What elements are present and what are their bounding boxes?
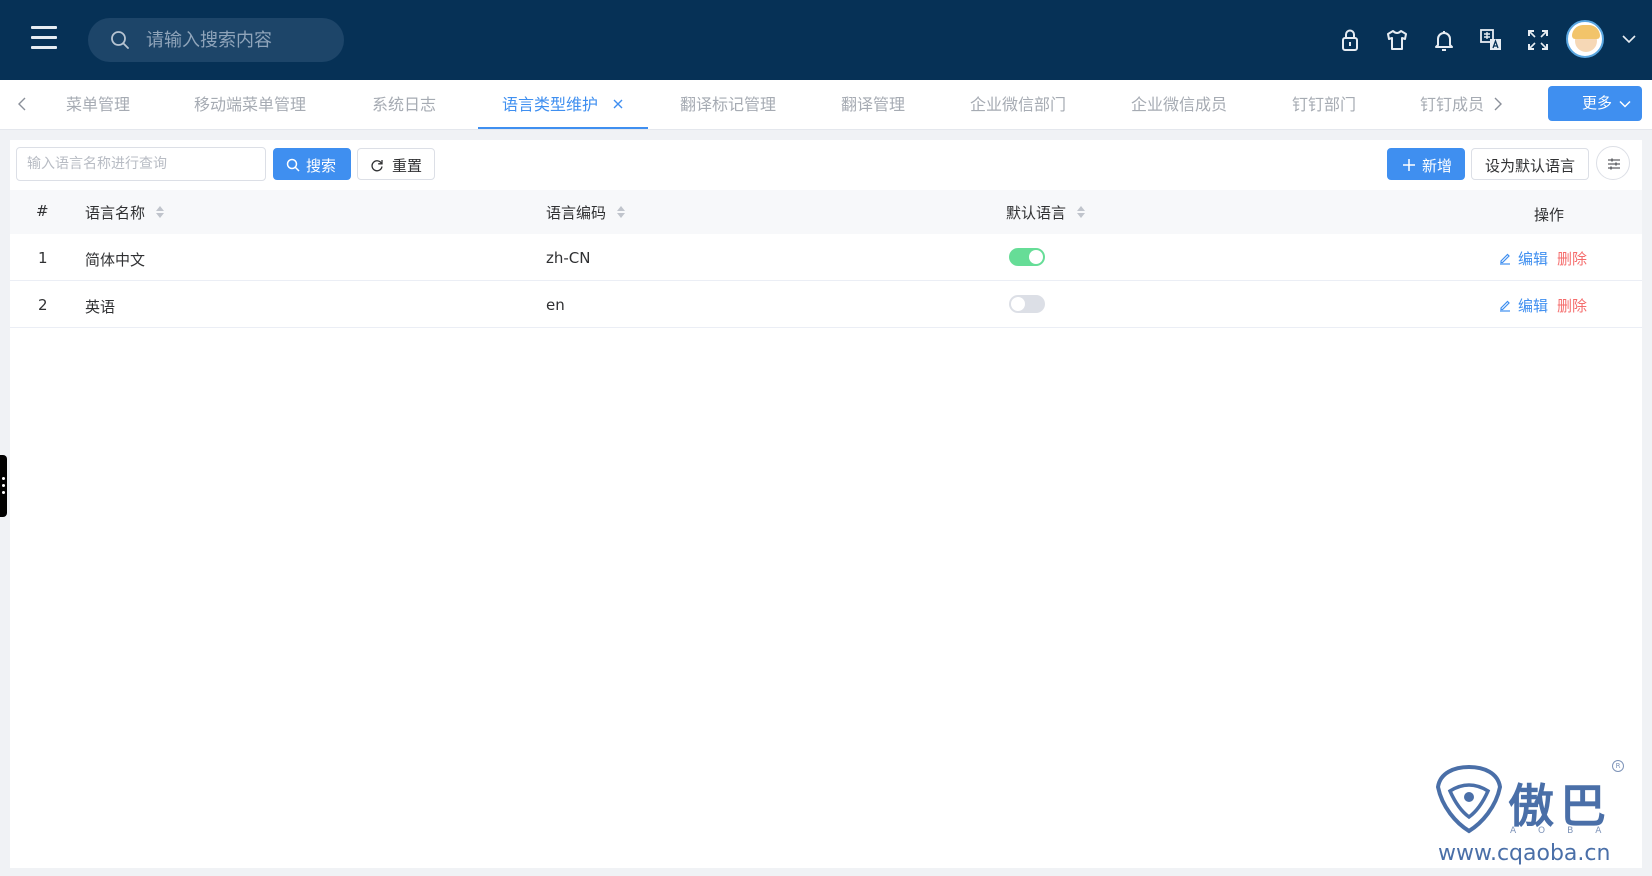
tab-translation-management[interactable]: 翻译管理 [841,90,905,120]
delete-button[interactable]: 删除 [1557,248,1587,269]
hamburger-menu-icon[interactable] [28,26,60,54]
edit-icon [1500,300,1510,312]
tab-menu-management[interactable]: 菜单管理 [66,90,130,120]
sort-icon[interactable] [1075,204,1087,220]
search-button[interactable]: 搜索 [273,148,351,180]
add-button-label: 新增 [1422,157,1453,175]
avatar[interactable] [1566,20,1604,58]
close-icon[interactable] [611,97,625,111]
global-search[interactable] [88,18,344,62]
tab-dingtalk-departments[interactable]: 钉钉部门 [1292,90,1356,120]
search-icon [111,31,129,49]
tab-mobile-menu-management[interactable]: 移动端菜单管理 [194,90,306,120]
search-icon [286,158,300,172]
chevron-down-icon [1619,100,1631,108]
col-language-name[interactable]: 语言名称 [85,202,145,223]
more-tabs-label: 更多 [1582,94,1613,112]
reset-button-label: 重置 [392,157,423,175]
tabs-scroll-left-icon[interactable] [12,92,32,116]
row-language-code: zh-CN [546,249,591,267]
tab-translation-marks[interactable]: 翻译标记管理 [680,90,776,120]
active-tab-indicator [478,127,648,129]
tabs-scroll-right-icon[interactable] [1488,92,1508,116]
default-language-switch[interactable] [1009,295,1045,313]
fullscreen-icon[interactable] [1524,26,1552,54]
sort-icon[interactable] [615,204,627,220]
registered-mark: R [1612,760,1624,772]
tab-system-log[interactable]: 系统日志 [372,90,436,120]
tab-language-type[interactable]: 语言类型维护 [502,90,598,120]
edit-label: 编辑 [1518,297,1549,315]
sidebar-drag-handle[interactable] [0,455,7,517]
edit-icon [1500,253,1510,265]
delete-button[interactable]: 删除 [1557,295,1587,316]
col-index: # [36,202,49,220]
col-default-language[interactable]: 默认语言 [1006,202,1066,223]
row-index: 1 [38,249,48,267]
column-settings-button[interactable] [1596,146,1630,180]
row-language-name: 简体中文 [85,251,146,269]
table-row: 1 简体中文 zh-CN 编辑 删除 [10,234,1642,281]
skin-icon[interactable] [1383,26,1411,54]
reset-button[interactable]: 重置 [357,148,435,180]
global-search-input[interactable] [146,28,336,52]
search-button-label: 搜索 [306,157,337,175]
row-language-name: 英语 [85,298,116,316]
main-panel: 搜索 重置 新增 设为默认语言 # 语言名称 语言编码 默认语言 操作 1 简体… [10,140,1642,868]
tab-dingtalk-members[interactable]: 钉钉成员 [1420,90,1484,120]
lock-icon[interactable] [1336,26,1364,54]
refresh-icon [371,160,383,172]
default-language-switch[interactable] [1009,248,1045,266]
col-language-code[interactable]: 语言编码 [546,202,606,223]
table-row: 2 英语 en 编辑 删除 [10,281,1642,328]
col-actions: 操作 [1534,206,1565,224]
tab-wecom-members[interactable]: 企业微信成员 [1131,90,1227,120]
language-name-search-input[interactable] [16,147,266,181]
more-tabs-button[interactable]: 更多 [1548,86,1642,121]
translate-icon[interactable] [1477,26,1505,54]
row-language-code: en [546,296,565,314]
top-navbar [0,0,1652,80]
chevron-down-icon[interactable] [1620,30,1638,48]
add-button[interactable]: 新增 [1387,148,1465,180]
set-default-language-button[interactable]: 设为默认语言 [1471,148,1589,180]
row-index: 2 [38,296,48,314]
watermark-logo [1435,764,1503,834]
plus-icon [1403,159,1415,171]
set-default-language-label: 设为默认语言 [1485,157,1576,175]
bell-icon[interactable] [1430,26,1458,54]
sliders-icon [1608,158,1620,170]
watermark-url: www.cqaoba.cn [1438,841,1611,866]
tabs-bar: 菜单管理 移动端菜单管理 系统日志 语言类型维护 翻译标记管理 翻译管理 企业微… [0,80,1652,130]
sort-icon[interactable] [154,204,166,220]
edit-label: 编辑 [1518,250,1549,268]
watermark-subtitle: AOBA [1510,826,1624,836]
table-header: # 语言名称 语言编码 默认语言 操作 [10,190,1642,234]
tab-wecom-departments[interactable]: 企业微信部门 [970,90,1066,120]
